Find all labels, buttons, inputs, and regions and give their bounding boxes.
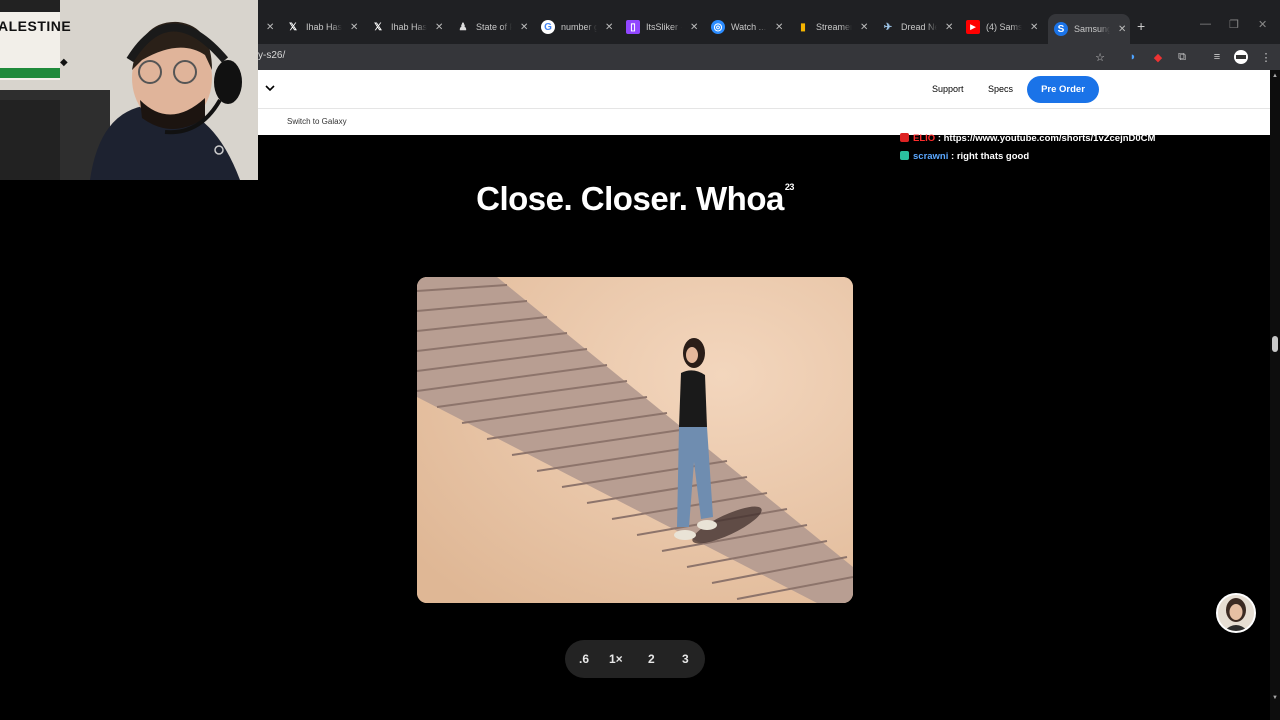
page-scrollbar[interactable]: ▲ ▼ (1270, 70, 1280, 720)
scroll-down-icon[interactable]: ▼ (1272, 695, 1278, 701)
steam-icon: ✈ (883, 21, 893, 33)
bookmark-star-icon[interactable]: ☆ (1092, 49, 1108, 65)
close-tab-icon[interactable]: ✕ (860, 22, 868, 33)
close-tab-icon[interactable]: ✕ (945, 22, 953, 33)
bar-chart-icon: ▮ (800, 21, 806, 33)
tab-7[interactable]: ▮ StreamerStats ✕ (796, 16, 872, 38)
extension-audio-icon[interactable]: ◗ (1125, 49, 1141, 65)
chat-message: scrawni : right thats good (900, 151, 1029, 162)
chat-text: : https://www.youtube.com/shorts/1vZcejn… (937, 133, 1156, 144)
zoom-option-3[interactable]: 3 (682, 652, 689, 666)
tab-1[interactable]: 𝕏 Ihab Hassan ✕ (286, 16, 362, 38)
minimize-icon[interactable]: — (1200, 18, 1211, 30)
close-tab-icon[interactable]: ✕ (350, 22, 358, 33)
youtube-icon: ▶ (966, 20, 980, 34)
samsung-icon: S (1054, 22, 1068, 36)
watch-icon: ◎ (711, 20, 725, 34)
x-logo-icon: 𝕏 (373, 21, 383, 33)
chat-badge-icon (900, 133, 909, 142)
tab-5[interactable]: ▯ ItsSliker - Twitch ✕ (626, 16, 702, 38)
close-tab-icon[interactable]: ✕ (266, 22, 274, 33)
chat-username: ELIO (913, 133, 936, 144)
chat-badge-icon (900, 151, 909, 160)
close-window-icon[interactable]: ✕ (1258, 18, 1267, 31)
tab-3[interactable]: ♟ State of Play ✕ (456, 16, 532, 38)
close-tab-icon[interactable]: ✕ (435, 22, 443, 33)
close-tab-icon[interactable]: ✕ (520, 22, 528, 33)
browser-menu-icon[interactable]: ⋮ (1258, 49, 1274, 65)
zoom-option-2[interactable]: 2 (648, 652, 655, 666)
scroll-thumb[interactable] (1272, 336, 1278, 352)
webcam-banner-text: ALESTINE (0, 18, 72, 34)
x-logo-icon: 𝕏 (288, 21, 298, 33)
close-tab-icon[interactable]: ✕ (1118, 24, 1126, 35)
media-control-icon[interactable]: ≡ (1209, 49, 1225, 65)
new-tab-icon[interactable]: + (1137, 18, 1145, 34)
preorder-button[interactable]: Pre Order (1027, 76, 1099, 103)
tab-9[interactable]: ▶ (4) Samsung ✕ (966, 16, 1042, 38)
close-tab-icon[interactable]: ✕ (690, 22, 698, 33)
tab-8[interactable]: ✈ Dread Nex ✕ (881, 16, 957, 38)
extension-shield-icon[interactable]: ◆ (1150, 49, 1166, 65)
nav-specs-link[interactable]: Specs (988, 84, 1013, 94)
streamer-webcam: ALESTINE ◆ (0, 0, 258, 180)
chat-text: : right thats good (951, 151, 1030, 162)
zoom-selector: .6 1× 2 3 (565, 640, 705, 678)
extensions-puzzle-icon[interactable]: ⧉ (1174, 49, 1190, 65)
tab-0[interactable]: ✕ (258, 16, 278, 38)
tab-4[interactable]: G number guesser ✕ (541, 16, 617, 38)
zoom-option-0-6[interactable]: .6 (579, 652, 589, 666)
restore-icon[interactable]: ❐ (1229, 18, 1239, 31)
page-headline: Close. Closer. Whoa23 (476, 180, 795, 217)
diamond-icon: ◆ (60, 57, 68, 68)
profile-avatar-icon[interactable] (1233, 49, 1249, 65)
switch-to-galaxy-link[interactable]: Switch to Galaxy (287, 117, 347, 126)
close-tab-icon[interactable]: ✕ (775, 22, 783, 33)
chat-username: scrawni (913, 151, 949, 162)
twitch-icon: ▯ (626, 20, 640, 34)
playstation-icon: ♟ (458, 21, 468, 33)
nav-support-link[interactable]: Support (932, 84, 964, 94)
chat-assistant-avatar[interactable] (1216, 593, 1256, 633)
footnote-marker: 23 (784, 182, 795, 192)
scroll-up-icon[interactable]: ▲ (1272, 73, 1278, 79)
close-tab-icon[interactable]: ✕ (1030, 22, 1038, 33)
chat-message: ELIO : https://www.youtube.com/shorts/1v… (900, 133, 1155, 144)
zoom-option-1x[interactable]: 1× (609, 652, 623, 666)
tab-2[interactable]: 𝕏 Ihab Hassan ✕ (371, 16, 447, 38)
address-bar[interactable]: y-s26/ (258, 50, 285, 61)
google-icon: G (541, 20, 555, 34)
tab-10-active[interactable]: S Samsung ✕ (1048, 14, 1131, 44)
close-tab-icon[interactable]: ✕ (605, 22, 613, 33)
chevron-down-icon[interactable] (264, 82, 276, 94)
zoom-sample-photo (417, 277, 853, 603)
tab-6[interactable]: ◎ Watch ... | ✕ (711, 16, 787, 38)
